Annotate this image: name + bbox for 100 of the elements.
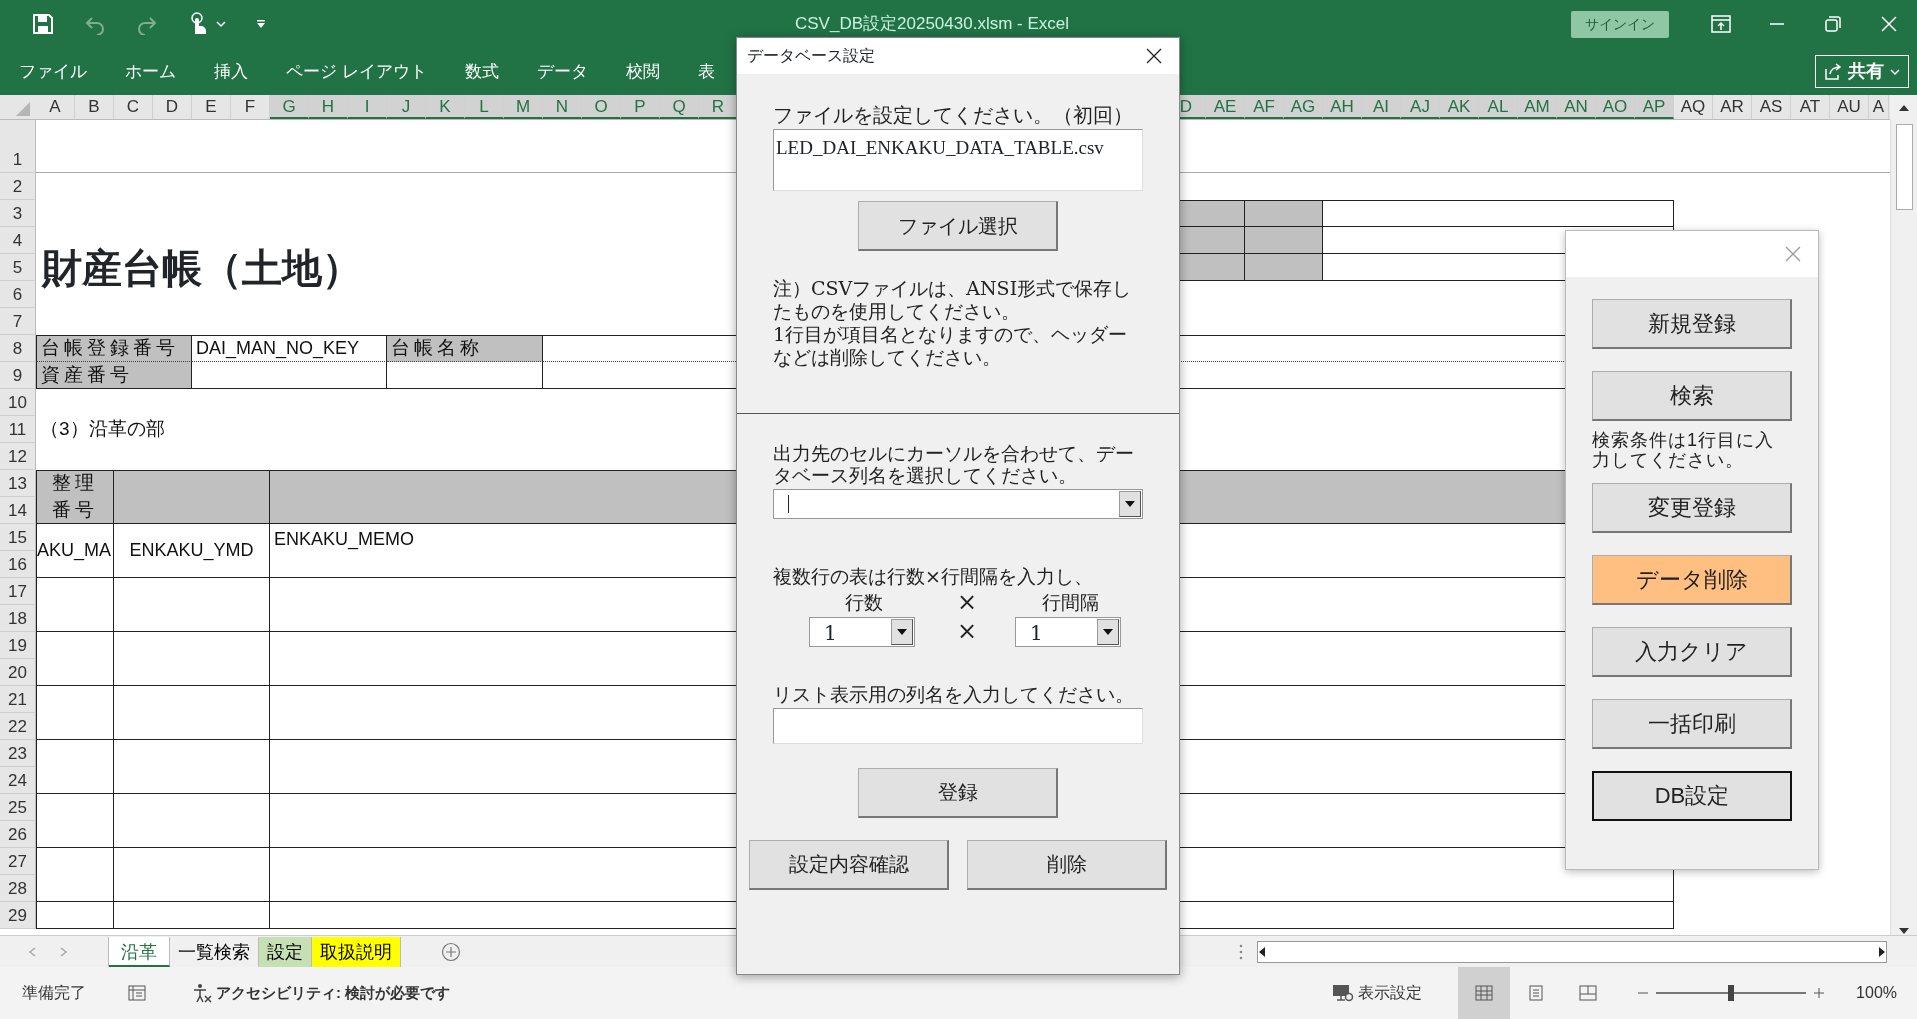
row-header[interactable]: 5 bbox=[0, 254, 36, 281]
column-header[interactable]: AT bbox=[1791, 95, 1830, 119]
row-header[interactable]: 17 bbox=[0, 578, 36, 605]
share-button[interactable]: 共有 bbox=[1815, 55, 1909, 88]
column-header[interactable]: E bbox=[192, 95, 231, 119]
next-sheet-icon[interactable] bbox=[60, 946, 68, 957]
row-header[interactable]: 2 bbox=[0, 173, 36, 200]
column-header[interactable]: AI bbox=[1362, 95, 1401, 119]
number-dropdown[interactable]: 1 bbox=[1015, 616, 1121, 647]
column-header[interactable]: AE bbox=[1206, 95, 1245, 119]
column-header[interactable]: O bbox=[582, 95, 621, 119]
panel-button[interactable]: 検索 bbox=[1592, 371, 1792, 421]
previous-sheet-icon[interactable] bbox=[28, 946, 36, 957]
panel-button[interactable]: 入力クリア bbox=[1592, 626, 1792, 677]
column-header[interactable]: AU bbox=[1830, 95, 1869, 119]
scroll-up-icon[interactable] bbox=[1897, 103, 1910, 112]
customize-icon[interactable] bbox=[256, 19, 266, 29]
display-settings-label[interactable]: 表示設定 bbox=[1358, 981, 1423, 1005]
column-header[interactable]: M bbox=[504, 95, 543, 119]
panel-button[interactable]: 新規登録 bbox=[1592, 299, 1792, 349]
zoom-in-icon[interactable] bbox=[1814, 988, 1825, 998]
column-header[interactable]: Q bbox=[660, 95, 699, 119]
panel-button[interactable]: データ削除 bbox=[1592, 554, 1792, 605]
row-header[interactable]: 8 bbox=[0, 335, 36, 362]
panel-button[interactable]: 変更登録 bbox=[1592, 482, 1792, 533]
row-header[interactable]: 15 bbox=[0, 524, 36, 551]
column-header[interactable]: AM bbox=[1518, 95, 1557, 119]
row-header[interactable]: 20 bbox=[0, 659, 36, 686]
panel-button[interactable]: 一括印刷 bbox=[1592, 698, 1792, 749]
row-header[interactable]: 7 bbox=[0, 308, 36, 335]
ribbon-tab[interactable]: 数式 bbox=[464, 58, 499, 85]
row-header[interactable]: 26 bbox=[0, 821, 36, 848]
ribbon-tab[interactable]: データ bbox=[536, 58, 588, 85]
row-header[interactable]: 11 bbox=[0, 416, 36, 443]
column-header[interactable]: C bbox=[114, 95, 153, 119]
accessibility-icon[interactable] bbox=[192, 983, 212, 1003]
row-header[interactable]: 3 bbox=[0, 200, 36, 227]
list-column-field[interactable] bbox=[773, 707, 1143, 744]
row-header[interactable]: 29 bbox=[0, 902, 36, 929]
row-header[interactable]: 19 bbox=[0, 632, 36, 659]
column-header[interactable]: H bbox=[309, 95, 348, 119]
column-header[interactable]: AN bbox=[1557, 95, 1596, 119]
row-header[interactable]: 9 bbox=[0, 362, 36, 389]
column-header[interactable]: R bbox=[699, 95, 738, 119]
row-header[interactable]: 23 bbox=[0, 740, 36, 767]
column-header[interactable]: AO bbox=[1596, 95, 1635, 119]
row-header[interactable]: 10 bbox=[0, 389, 36, 416]
close-icon[interactable] bbox=[1146, 48, 1162, 64]
ribbon-tab[interactable]: ホーム bbox=[125, 58, 176, 85]
row-header[interactable]: 18 bbox=[0, 605, 36, 632]
row-header[interactable]: 12 bbox=[0, 443, 36, 470]
row-header[interactable]: 1 bbox=[0, 120, 36, 173]
column-header[interactable]: P bbox=[621, 95, 660, 119]
row-header[interactable]: 6 bbox=[0, 281, 36, 308]
column-header[interactable]: AL bbox=[1479, 95, 1518, 119]
row-header[interactable]: 24 bbox=[0, 767, 36, 794]
row-header[interactable]: 16 bbox=[0, 551, 36, 578]
ribbon-tab[interactable]: ページ レイアウト bbox=[286, 58, 427, 85]
view-button[interactable] bbox=[1458, 967, 1511, 1019]
caret-icon[interactable] bbox=[216, 20, 226, 28]
splitter-icon[interactable] bbox=[1239, 943, 1243, 960]
sign-in-button[interactable]: サインイン bbox=[1571, 10, 1669, 38]
dialog-button[interactable]: 削除 bbox=[967, 839, 1167, 890]
file-select-button[interactable]: ファイル選択 bbox=[858, 201, 1058, 252]
ribbon-tab[interactable]: ファイル bbox=[19, 58, 87, 85]
column-header[interactable]: L bbox=[465, 95, 504, 119]
register-button[interactable]: 登録 bbox=[858, 767, 1058, 818]
zoom-level[interactable]: 100% bbox=[1856, 981, 1897, 1005]
row-header[interactable]: 13 bbox=[0, 470, 36, 497]
file-path-field[interactable]: LED_DAI_ENKAKU_DATA_TABLE.csv bbox=[773, 129, 1143, 192]
column-header[interactable]: AH bbox=[1323, 95, 1362, 119]
column-header[interactable]: AF bbox=[1245, 95, 1284, 119]
column-header[interactable]: G bbox=[270, 95, 309, 119]
scroll-left-icon[interactable] bbox=[1258, 946, 1266, 957]
row-header[interactable]: 4 bbox=[0, 227, 36, 254]
column-header[interactable]: K bbox=[426, 95, 465, 119]
scroll-right-icon[interactable] bbox=[1878, 946, 1886, 957]
ribbon-tab[interactable]: 挿入 bbox=[214, 58, 248, 85]
number-dropdown[interactable]: 1 bbox=[809, 616, 915, 647]
zoom-thumb[interactable] bbox=[1728, 985, 1735, 1001]
ribbon-tab[interactable]: 校閲 bbox=[625, 58, 660, 85]
macro-record-icon[interactable] bbox=[128, 985, 146, 1001]
column-header[interactable]: A bbox=[36, 95, 75, 119]
column-header[interactable]: J bbox=[387, 95, 426, 119]
ribbon-tab[interactable]: 表 bbox=[697, 58, 715, 85]
column-header[interactable]: N bbox=[543, 95, 582, 119]
scroll-thumb[interactable] bbox=[1895, 124, 1913, 210]
column-header[interactable]: AK bbox=[1440, 95, 1479, 119]
display-settings-icon[interactable] bbox=[1332, 984, 1355, 1002]
row-header[interactable]: 14 bbox=[0, 497, 36, 524]
column-header[interactable]: AR bbox=[1713, 95, 1752, 119]
row-header[interactable]: 22 bbox=[0, 713, 36, 740]
column-header[interactable]: A bbox=[1869, 95, 1889, 119]
column-header[interactable]: AQ bbox=[1674, 95, 1713, 119]
touch-icon[interactable] bbox=[188, 12, 208, 36]
sheet-tab[interactable]: 沿革 bbox=[109, 936, 170, 967]
sheet-tab[interactable]: 設定 bbox=[259, 936, 312, 967]
add-sheet-icon[interactable] bbox=[441, 941, 461, 962]
dialog-button[interactable]: 設定内容確認 bbox=[749, 839, 949, 890]
column-header[interactable]: B bbox=[75, 95, 114, 119]
